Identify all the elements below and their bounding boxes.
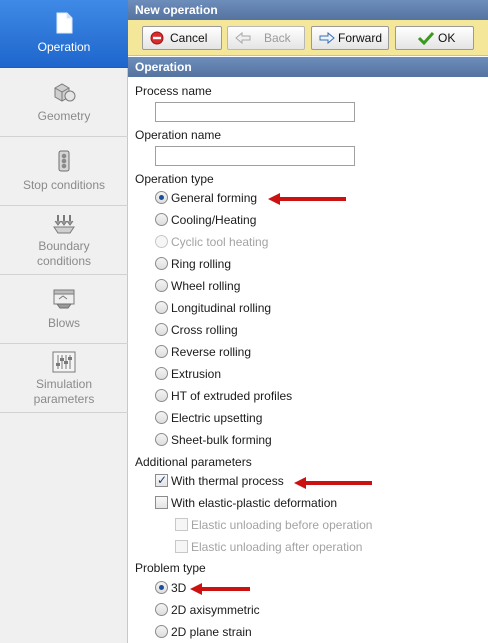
radio-label: HT of extruded profiles: [171, 389, 293, 403]
operation-name-input[interactable]: [155, 146, 355, 166]
sidebar-item-label: Stop conditions: [22, 178, 106, 192]
sliders-icon: [52, 351, 76, 373]
checkmark-icon: [418, 31, 434, 45]
checkbox-label: With thermal process: [171, 474, 284, 488]
radio-label: Extrusion: [171, 367, 222, 381]
radio-label: Longitudinal rolling: [171, 301, 272, 315]
back-button[interactable]: Back: [227, 26, 305, 50]
ok-button[interactable]: OK: [395, 26, 474, 50]
radio-button[interactable]: [155, 301, 168, 314]
radio-label: Ring rolling: [171, 257, 232, 271]
operation-icon: [56, 12, 73, 34]
radio-label: Sheet-bulk forming: [171, 433, 272, 447]
radio-label: Electric upsetting: [171, 411, 263, 425]
radio-label: Cyclic tool heating: [171, 235, 269, 249]
radio-label: 3D: [171, 581, 187, 595]
sidebar: Operation Geometry Stop conditions Bound…: [0, 0, 128, 643]
toolbar: Cancel Back Forward OK: [128, 20, 488, 56]
checkbox-label: With elastic-plastic deformation: [171, 496, 338, 510]
radio-button[interactable]: [155, 345, 168, 358]
radio-button[interactable]: [155, 257, 168, 270]
sidebar-item-blows[interactable]: Blows: [0, 276, 128, 344]
sidebar-item-label: Blows: [47, 316, 80, 330]
radio-label: 2D plane strain: [171, 625, 252, 639]
cancel-button[interactable]: Cancel: [142, 26, 222, 50]
main-panel: New operation Cancel Back Forward OK Ope…: [128, 0, 488, 643]
problem-type-label: Problem type: [135, 561, 206, 575]
checkbox-label: Elastic unloading after operation: [191, 540, 363, 554]
operation-name-label: Operation name: [135, 128, 222, 142]
section-header: Operation: [128, 57, 488, 77]
geometry-icon: [54, 83, 76, 102]
radio-button[interactable]: [155, 213, 168, 226]
radio-button[interactable]: [155, 411, 168, 424]
cancel-icon: [150, 31, 164, 45]
radio-button[interactable]: [155, 191, 168, 204]
sidebar-item-simulation-parameters[interactable]: Simulation parameters: [0, 345, 128, 413]
sidebar-item-label: Geometry: [37, 109, 91, 123]
checkmark-icon: ✓: [157, 473, 168, 487]
radio-label: 2D axisymmetric: [171, 603, 260, 617]
boundary-conditions-icon: [53, 215, 75, 234]
annotation-arrow-icon: [190, 583, 250, 595]
checkbox[interactable]: [155, 496, 168, 509]
sidebar-item-label: Operation: [37, 40, 91, 54]
sidebar-item-label: Boundary: [38, 239, 90, 253]
radio-button[interactable]: [155, 389, 168, 402]
radio-label: General forming: [171, 191, 258, 205]
radio-button[interactable]: [155, 625, 168, 638]
radio-button[interactable]: [155, 581, 168, 594]
checkbox[interactable]: ✓: [155, 473, 168, 487]
operation-type-label: Operation type: [135, 172, 214, 186]
forward-button[interactable]: Forward: [311, 26, 389, 50]
checkbox-label: Elastic unloading before operation: [191, 518, 373, 532]
annotation-arrow-icon: [268, 193, 346, 205]
annotation-arrow-icon: [294, 477, 372, 489]
radio-label: Cooling/Heating: [171, 213, 257, 227]
checkbox: [175, 540, 188, 553]
checkbox: [175, 518, 188, 531]
additional-parameters-label: Additional parameters: [135, 455, 252, 469]
radio-button[interactable]: [155, 433, 168, 446]
radio-button: [155, 235, 168, 248]
radio-button[interactable]: [155, 603, 168, 616]
radio-label: Cross rolling: [171, 323, 238, 337]
sidebar-item-boundary-conditions[interactable]: Boundary conditions: [0, 207, 128, 275]
sidebar-item-stop-conditions[interactable]: Stop conditions: [0, 138, 128, 206]
radio-label: Wheel rolling: [171, 279, 241, 293]
arrow-left-icon: [235, 31, 251, 45]
radio-label: Reverse rolling: [171, 345, 252, 359]
radio-button[interactable]: [155, 367, 168, 380]
anvil-icon: [53, 289, 75, 309]
process-name-input[interactable]: [155, 102, 355, 122]
traffic-light-icon: [58, 150, 70, 172]
radio-button[interactable]: [155, 279, 168, 292]
sidebar-item-operation[interactable]: Operation: [0, 0, 128, 68]
sidebar-item-label: conditions: [36, 254, 92, 268]
sidebar-item-label: parameters: [33, 392, 95, 406]
arrow-right-icon: [319, 31, 335, 45]
radio-button[interactable]: [155, 323, 168, 336]
process-name-label: Process name: [135, 84, 212, 98]
sidebar-item-geometry[interactable]: Geometry: [0, 69, 128, 137]
sidebar-item-label: Simulation: [35, 377, 93, 391]
window-title: New operation: [128, 0, 488, 20]
